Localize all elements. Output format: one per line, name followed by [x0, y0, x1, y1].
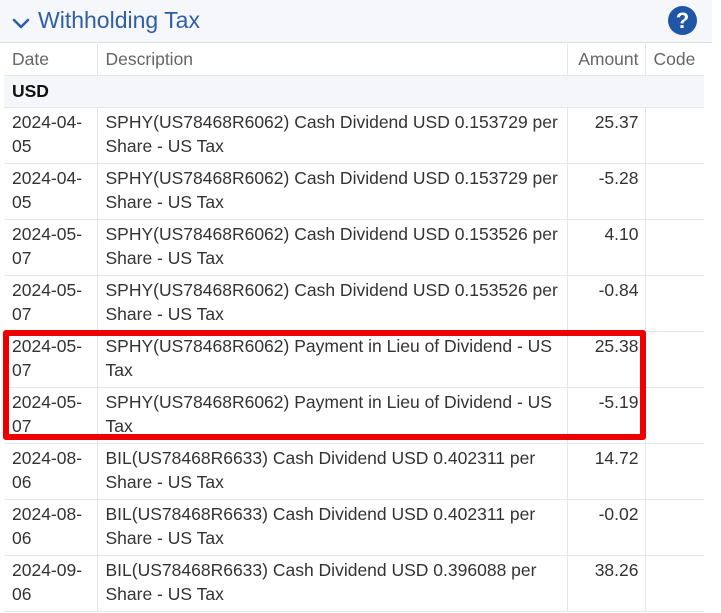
- code-cell: [645, 387, 704, 444]
- description-cell: SPHY(US78468R6062) Cash Dividend USD 0.1…: [97, 107, 568, 164]
- column-header-date[interactable]: Date: [4, 44, 98, 76]
- currency-group-row: USD: [4, 75, 704, 108]
- table-row: 2024-08-06 BIL(US78468R6633) Cash Divide…: [4, 443, 704, 500]
- amount-cell: 25.38: [567, 331, 646, 388]
- amount-cell: 38.26: [567, 555, 646, 612]
- table-row: 2024-05-07 SPHY(US78468R6062) Payment in…: [4, 387, 704, 444]
- code-cell: [645, 163, 704, 220]
- amount-cell: -0.84: [567, 275, 646, 332]
- code-cell: [645, 499, 704, 556]
- column-header-code[interactable]: Code: [645, 44, 704, 76]
- withholding-tax-section: Withholding Tax ? Date Description Amoun…: [0, 0, 721, 613]
- code-cell: [645, 107, 704, 164]
- amount-cell: -5.19: [567, 387, 646, 444]
- amount-cell: -0.02: [567, 499, 646, 556]
- amount-cell: 14.72: [567, 443, 646, 500]
- table-row: 2024-08-06 BIL(US78468R6633) Cash Divide…: [4, 499, 704, 556]
- amount-cell: 4.10: [567, 219, 646, 276]
- description-cell: SPHY(US78468R6062) Cash Dividend USD 0.1…: [97, 163, 568, 220]
- amount-cell: 25.37: [567, 107, 646, 164]
- code-cell: [645, 555, 704, 612]
- table-row: 2024-04-05 SPHY(US78468R6062) Cash Divid…: [4, 163, 704, 220]
- code-cell: [645, 331, 704, 388]
- code-cell: [645, 275, 704, 332]
- chevron-down-icon[interactable]: [10, 12, 32, 34]
- currency-group-label: USD: [4, 75, 704, 108]
- help-icon[interactable]: ?: [668, 6, 697, 35]
- description-cell: SPHY(US78468R6062) Cash Dividend USD 0.1…: [97, 275, 568, 332]
- date-cell: 2024-04-05: [4, 107, 98, 164]
- description-cell: SPHY(US78468R6062) Cash Dividend USD 0.1…: [97, 219, 568, 276]
- description-cell: SPHY(US78468R6062) Payment in Lieu of Di…: [97, 387, 568, 444]
- date-cell: 2024-05-07: [4, 387, 98, 444]
- date-cell: 2024-05-07: [4, 275, 98, 332]
- column-header-amount[interactable]: Amount: [567, 44, 646, 76]
- date-cell: 2024-04-05: [4, 163, 98, 220]
- amount-cell: -5.28: [567, 163, 646, 220]
- description-cell: BIL(US78468R6633) Cash Dividend USD 0.40…: [97, 443, 568, 500]
- section-header[interactable]: Withholding Tax ?: [0, 0, 712, 43]
- table-row: 2024-05-07 SPHY(US78468R6062) Cash Divid…: [4, 219, 704, 276]
- table-row: 2024-09-06 BIL(US78468R6633) Cash Divide…: [4, 555, 704, 612]
- table-row: 2024-04-05 SPHY(US78468R6062) Cash Divid…: [4, 107, 704, 164]
- date-cell: 2024-05-07: [4, 219, 98, 276]
- table-row: 2024-05-07 SPHY(US78468R6062) Cash Divid…: [4, 275, 704, 332]
- description-cell: SPHY(US78468R6062) Payment in Lieu of Di…: [97, 331, 568, 388]
- description-cell: BIL(US78468R6633) Cash Dividend USD 0.39…: [97, 555, 568, 612]
- column-header-description[interactable]: Description: [97, 44, 568, 76]
- section-title[interactable]: Withholding Tax: [38, 5, 200, 35]
- description-cell: BIL(US78468R6633) Cash Dividend USD 0.40…: [97, 499, 568, 556]
- date-cell: 2024-08-06: [4, 443, 98, 500]
- date-cell: 2024-08-06: [4, 499, 98, 556]
- code-cell: [645, 443, 704, 500]
- code-cell: [645, 219, 704, 276]
- withholding-tax-table: Date Description Amount Code USD 2024-04…: [4, 44, 704, 612]
- date-cell: 2024-05-07: [4, 331, 98, 388]
- table-header-row: Date Description Amount Code: [4, 44, 704, 76]
- table-row: 2024-05-07 SPHY(US78468R6062) Payment in…: [4, 331, 704, 388]
- date-cell: 2024-09-06: [4, 555, 98, 612]
